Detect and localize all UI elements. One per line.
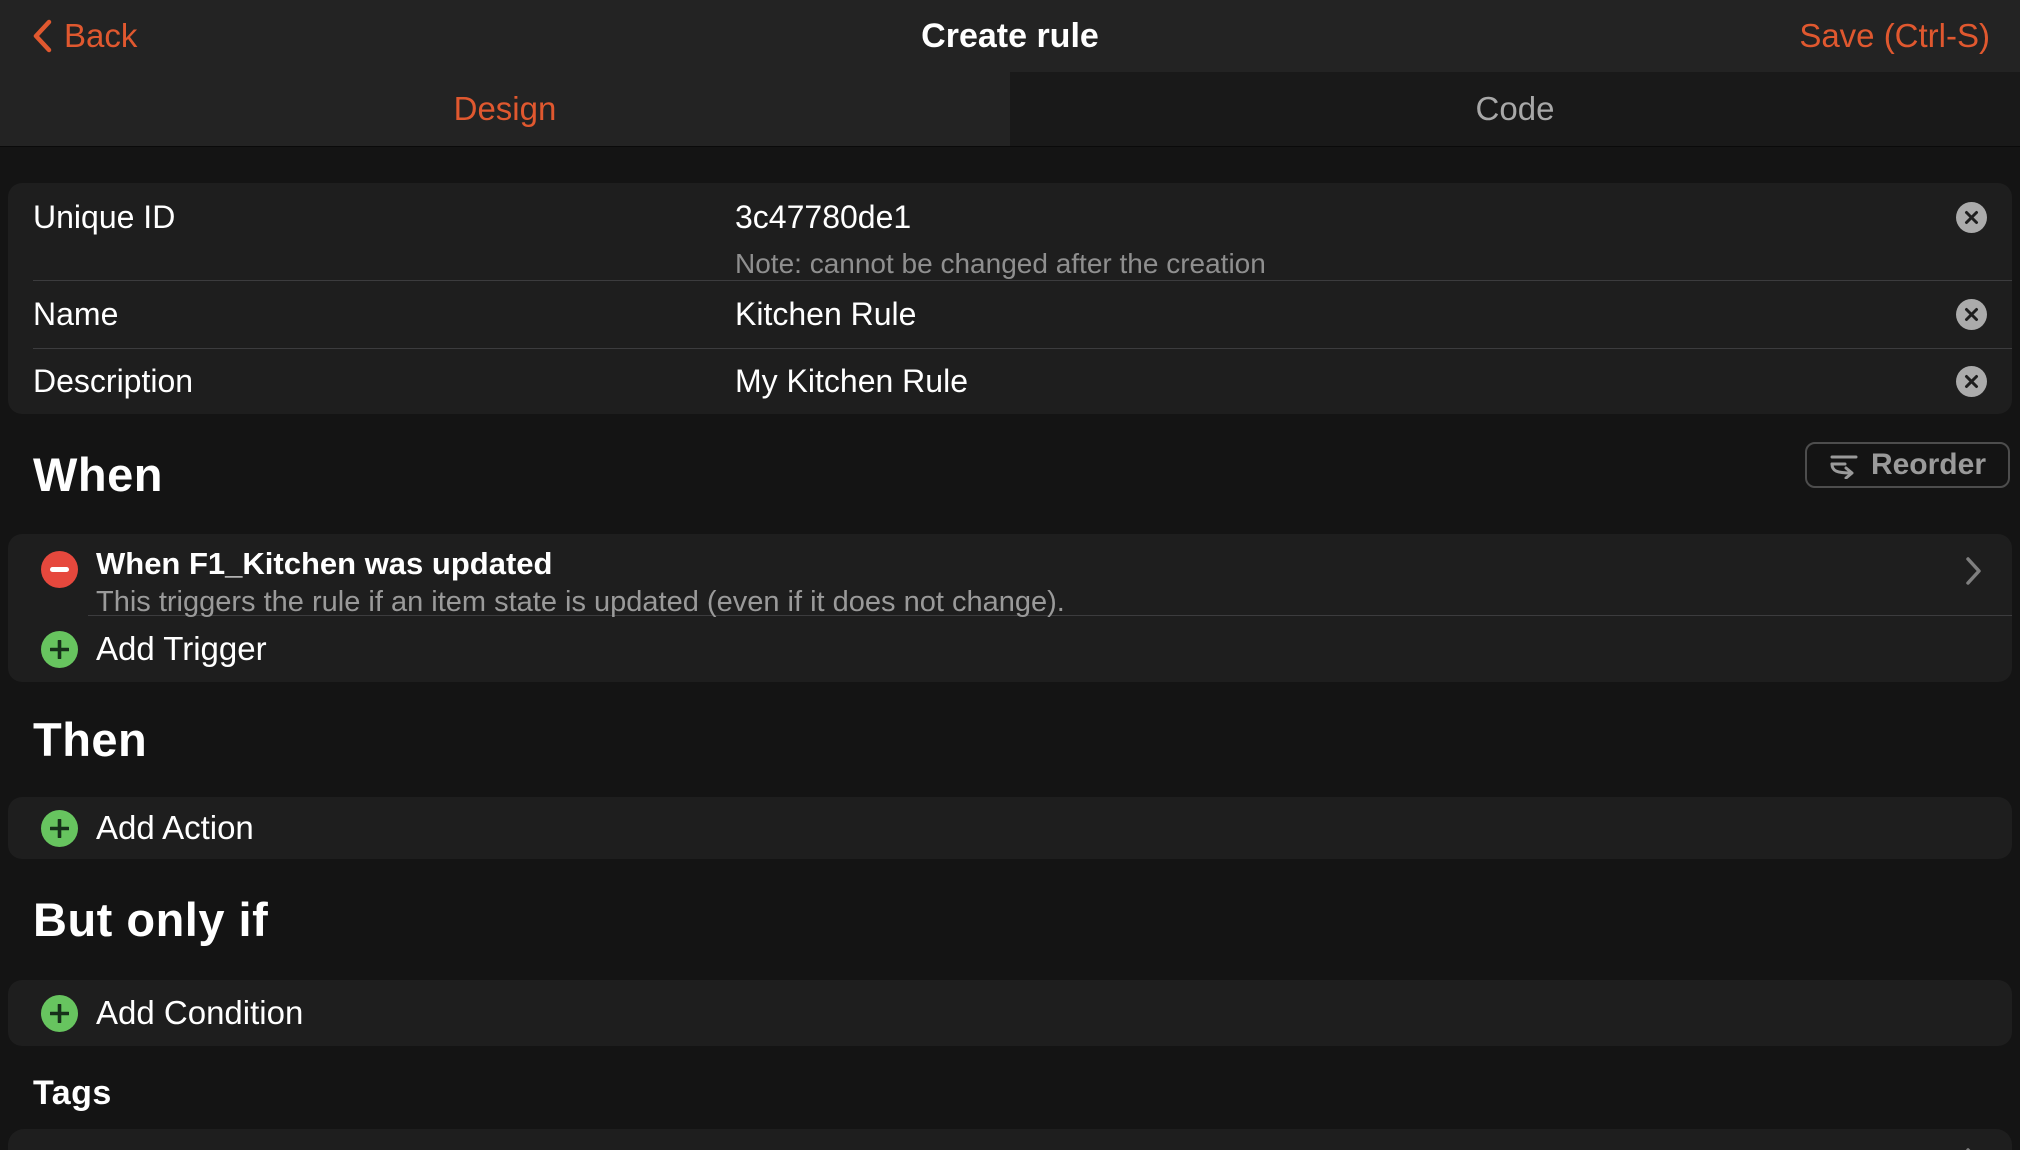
actions-card: Add Action [8,797,2012,859]
then-section-header: Then [0,682,2020,797]
add-action-label: Add Action [96,809,254,847]
back-label: Back [64,17,137,55]
when-title: When [33,447,163,502]
name-row: Name Kitchen Rule [8,281,2012,348]
unique-id-value: 3c47780de1 [735,199,1266,236]
add-condition-row[interactable]: Add Condition [8,980,2012,1046]
close-icon [1964,374,1979,389]
plus-icon [41,995,78,1032]
semantic-class-value: None [1860,1145,1937,1150]
but-only-if-title: But only if [33,892,268,947]
unique-id-label: Unique ID [8,199,175,236]
remove-trigger-icon[interactable] [41,551,78,588]
clear-name-button[interactable] [1956,299,1987,330]
rule-info-card: Unique ID 3c47780de1 Note: cannot be cha… [8,183,2012,414]
plus-icon [41,631,78,668]
add-trigger-label: Add Trigger [96,630,267,668]
tags-section-header: Tags [0,1046,2020,1129]
close-icon [1964,210,1979,225]
trigger-row[interactable]: When F1_Kitchen was updated This trigger… [8,534,2012,615]
trigger-title: When F1_Kitchen was updated [96,544,1065,584]
navbar: Back Create rule Save (Ctrl-S) [0,0,2020,72]
tab-bar: Design Code [0,72,2020,147]
trigger-texts: When F1_Kitchen was updated This trigger… [96,544,1065,620]
reorder-icon [1829,451,1859,479]
unique-id-note: Note: cannot be changed after the creati… [735,248,1266,280]
tab-design[interactable]: Design [0,72,1010,146]
back-chevron-icon [30,18,54,54]
spacer [0,147,2020,183]
when-section-header: When Reorder [0,414,2020,534]
minus-icon [50,567,69,572]
clear-description-button[interactable] [1956,366,1987,397]
name-input[interactable]: Kitchen Rule [735,296,916,333]
save-button[interactable]: Save (Ctrl-S) [1799,17,1990,55]
close-icon [1964,307,1979,322]
name-label: Name [8,296,118,333]
condition-section-header: But only if [0,859,2020,980]
semantic-class-label: Semantic Class [8,1145,255,1150]
page-title: Create rule [0,17,2020,56]
reorder-button[interactable]: Reorder [1805,442,2010,488]
conditions-card: Add Condition [8,980,2012,1046]
tags-card: Semantic Class None [8,1129,2012,1150]
add-condition-label: Add Condition [96,994,303,1032]
description-label: Description [8,363,193,400]
add-action-row[interactable]: Add Action [8,797,2012,859]
unique-id-row: Unique ID 3c47780de1 Note: cannot be cha… [8,183,2012,280]
reorder-label: Reorder [1871,448,1986,482]
description-input[interactable]: My Kitchen Rule [735,363,968,400]
then-title: Then [33,712,147,767]
description-row: Description My Kitchen Rule [8,349,2012,414]
semantic-class-row[interactable]: Semantic Class None [8,1129,2012,1150]
trigger-subtitle: This triggers the rule if an item state … [96,584,1065,620]
add-trigger-row[interactable]: Add Trigger [8,616,2012,682]
back-button[interactable]: Back [30,17,137,55]
plus-icon [41,810,78,847]
chevron-right-icon [1965,556,1982,586]
clear-unique-id-button[interactable] [1956,202,1987,233]
tab-code[interactable]: Code [1010,72,2020,146]
create-rule-page: Back Create rule Save (Ctrl-S) Design Co… [0,0,2020,1150]
unique-id-input[interactable]: 3c47780de1 Note: cannot be changed after… [735,199,1266,280]
triggers-card: When F1_Kitchen was updated This trigger… [8,534,2012,682]
tags-title: Tags [33,1074,112,1113]
